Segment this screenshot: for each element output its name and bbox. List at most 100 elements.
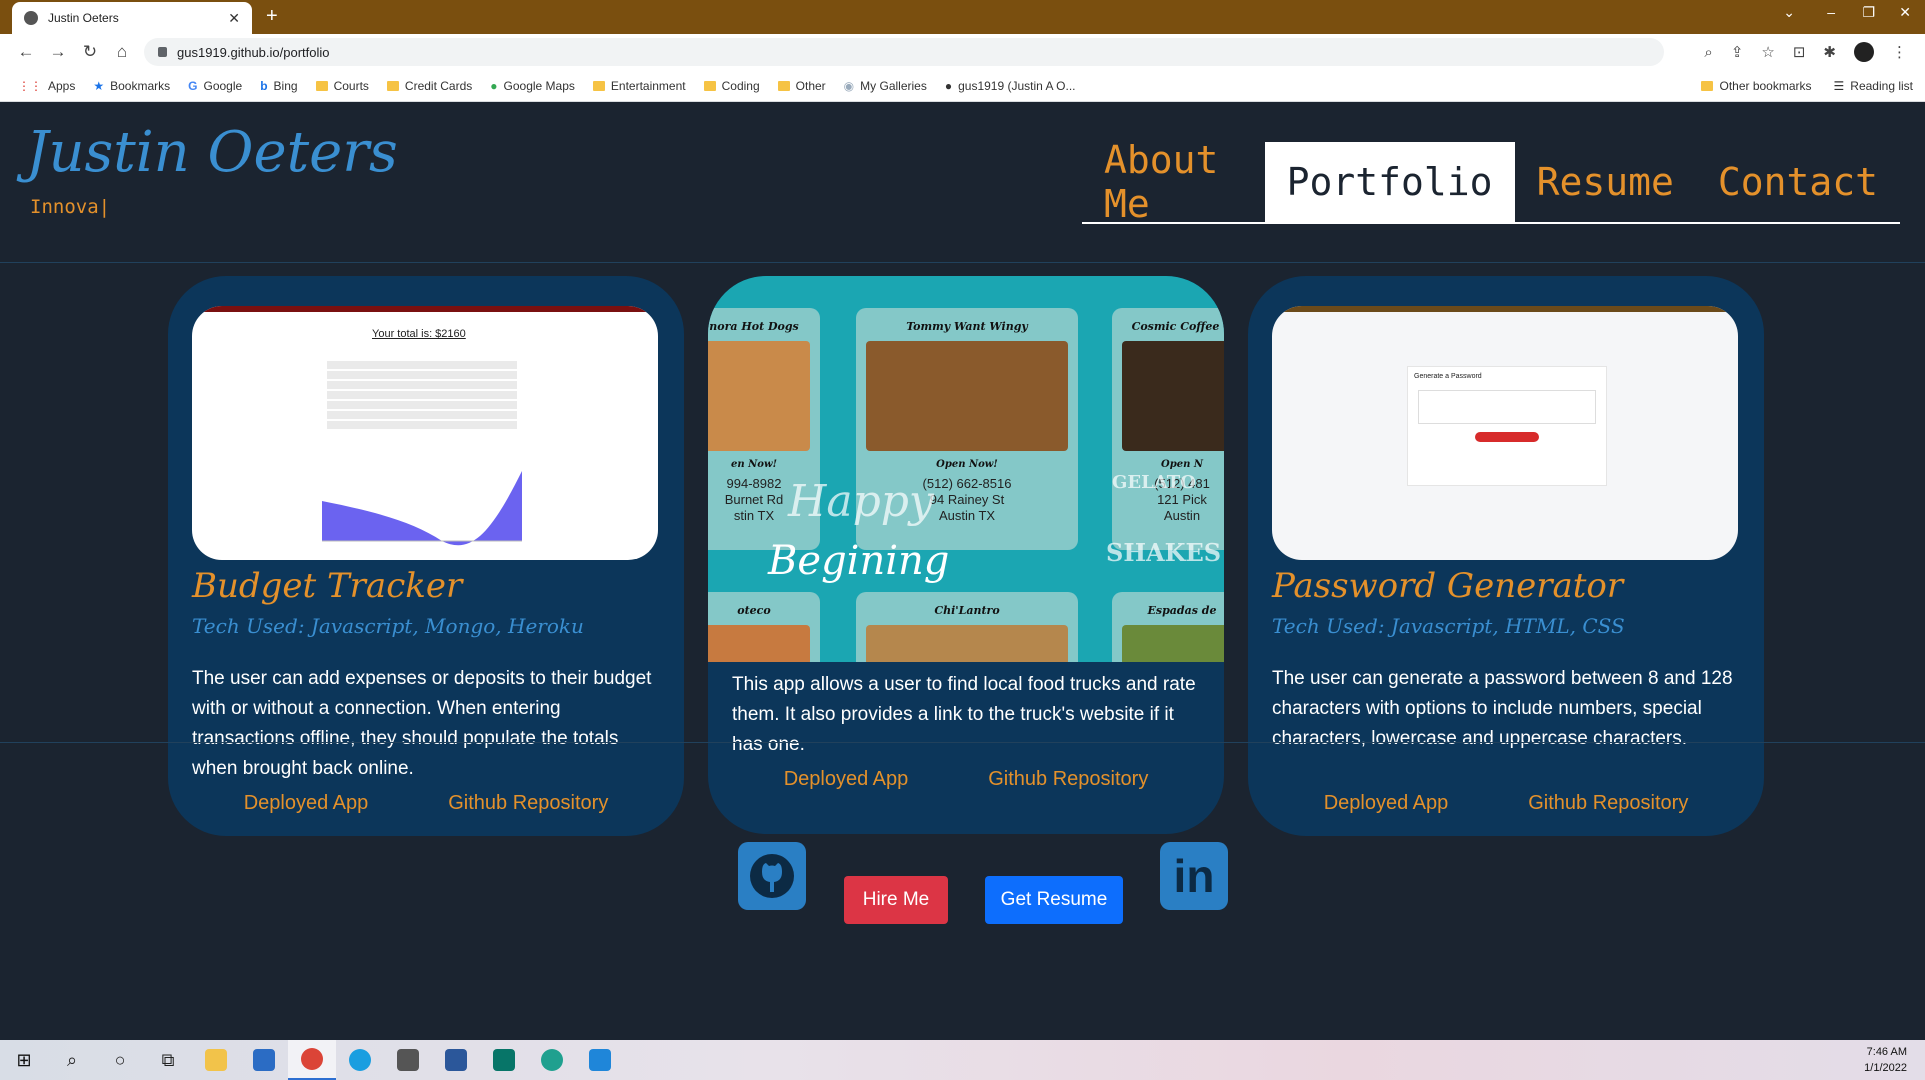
bookmark-entertainment[interactable]: Entertainment [592,79,686,93]
tab-search-icon[interactable]: ⌄ [1783,4,1795,21]
tile-open: en Now! [731,459,777,470]
folder-icon [592,80,605,91]
nav-resume[interactable]: Resume [1515,142,1696,222]
task-view-icon[interactable]: ⧉ [144,1040,192,1080]
home-icon[interactable]: ⌂ [106,42,138,62]
budget-tracker-screenshot: Your total is: $2160 [192,306,658,560]
bookmarks-right: Other bookmarks ☰ Reading list [1701,70,1913,102]
back-icon[interactable]: ← [10,42,42,62]
thumb-row [327,421,517,429]
deployed-app-link[interactable]: Deployed App [244,792,369,815]
extension-badge-icon[interactable]: ⊡ [1793,43,1806,61]
bookmark-other-bookmarks[interactable]: Other bookmarks [1701,79,1812,93]
share-icon[interactable]: ⇪ [1731,43,1744,61]
nav-portfolio[interactable]: Portfolio [1264,142,1515,222]
menu-icon[interactable]: ⋮ [1892,43,1907,61]
minimize-icon[interactable]: – [1827,4,1835,20]
thumb-row [327,411,517,419]
thumb-area [322,471,522,546]
cortana-icon[interactable]: ○ [96,1040,144,1080]
bookmark-reading-list[interactable]: ☰ Reading list [1834,79,1913,93]
thumb-row [327,381,517,389]
github-icon [750,854,794,898]
bookmark-my-galleries[interactable]: ◉ My Galleries [844,79,927,93]
hire-me-button[interactable]: Hire Me [844,876,948,924]
vscode-icon[interactable] [576,1040,624,1080]
deployed-app-link[interactable]: Deployed App [784,768,909,791]
bookmark-label: Bookmarks [110,78,171,93]
toolbar-right-icons: ⌕ ⇪ ☆ ⊡ ✱ ⋮ [1704,42,1907,62]
bookmark-google-maps[interactable]: ● Google Maps [490,79,575,93]
forward-icon[interactable]: → [42,42,74,62]
github-repo-link[interactable]: Github Repository [448,792,608,815]
reading-list-icon: ☰ [1833,79,1845,93]
tile-street: 121 Pick [1157,492,1207,507]
food-truck-screenshot: nora Hot Dogs en Now! 994-8982 Burnet Rd… [708,276,1224,662]
publisher-icon[interactable] [480,1040,528,1080]
food-tile-bottom: Chi'Lantro [856,592,1078,662]
project-links: Deployed App Github Repository [168,792,684,815]
github-repo-link[interactable]: Github Repository [988,768,1148,791]
tile-city: Austin [1163,508,1201,523]
clock-date: 1/1/2022 [1864,1062,1907,1074]
bookmark-credit-cards[interactable]: Credit Cards [386,79,472,93]
bookmark-other[interactable]: Other [777,78,826,93]
project-card-food-trucks: nora Hot Dogs en Now! 994-8982 Burnet Rd… [708,276,1224,834]
bookmark-bing[interactable]: b Bing [260,79,297,93]
nav-contact[interactable]: Contact [1696,142,1900,222]
bookmark-bookmarks[interactable]: ★ Bookmarks [93,79,170,93]
chrome-icon[interactable] [288,1040,336,1080]
bookmark-google[interactable]: G Google [188,79,242,93]
store-icon[interactable] [240,1040,288,1080]
extensions-icon[interactable]: ✱ [1823,43,1836,61]
zoom-icon[interactable]: ⌕ [1704,44,1712,61]
bookmark-label: Other [795,78,826,93]
github-button[interactable] [738,842,806,910]
edge-icon[interactable] [528,1040,576,1080]
food-tile-bottom: oteco [708,592,820,662]
bookmark-label: Reading list [1850,79,1913,93]
bookmark-github[interactable]: ● gus1919 (Justin A O... [945,79,1076,93]
project-tech: Tech Used: Javascript, HTML, CSS [1272,614,1625,638]
thumb-generator-box: Generate a Password [1407,366,1607,486]
system-clock[interactable]: 7:46 AM 1/1/2022 [1864,1044,1907,1076]
calculator-icon[interactable] [384,1040,432,1080]
star-icon[interactable]: ☆ [1761,43,1774,61]
thumb-row [327,361,517,369]
bookmark-coding[interactable]: Coding [703,79,760,93]
linkedin-icon: in [1173,850,1215,902]
portfolio-page: Justin Oeters Innova| About Me Portfolio… [0,102,1925,1040]
skype-icon[interactable] [336,1040,384,1080]
browser-tab[interactable]: Justin Oeters ✕ [12,2,252,34]
deployed-app-link[interactable]: Deployed App [1324,792,1449,815]
file-explorer-icon[interactable] [192,1040,240,1080]
url-text: gus1919.github.io/portfolio [177,44,330,60]
bookmark-courts[interactable]: Courts [315,79,369,93]
thumb-area-chart [322,471,522,546]
address-bar[interactable]: gus1919.github.io/portfolio [144,38,1664,66]
tile-photo [866,625,1068,662]
close-tab-icon[interactable]: ✕ [228,10,240,27]
bookmark-apps[interactable]: ⋮⋮ Apps [18,79,75,93]
profile-avatar[interactable] [1854,42,1874,62]
project-title: Password Generator [1272,566,1624,606]
reload-icon[interactable]: ↻ [74,42,106,62]
tile-name: Cosmic Coffee + [1131,320,1224,333]
footer-divider [0,742,1925,743]
food-tile-bottom: Espadas de [1112,592,1224,662]
close-window-icon[interactable]: ✕ [1899,4,1911,21]
windows-start-icon[interactable]: ⊞ [0,1040,48,1080]
github-repo-link[interactable]: Github Repository [1528,792,1688,815]
get-resume-button[interactable]: Get Resume [985,876,1123,924]
nav-about-me[interactable]: About Me [1082,138,1265,226]
tab-title: Justin Oeters [48,11,119,25]
food-tile-coffee: Cosmic Coffee + Open N (512) 481 121 Pic… [1112,308,1224,550]
restore-icon[interactable]: ❐ [1862,4,1875,21]
linkedin-button[interactable]: in [1160,842,1228,910]
word-icon[interactable] [432,1040,480,1080]
search-icon[interactable]: ⌕ [48,1040,96,1080]
new-tab-icon[interactable]: + [266,6,278,26]
folder-icon [386,80,399,91]
lock-icon [158,47,167,57]
bookmark-label: My Galleries [860,78,927,93]
